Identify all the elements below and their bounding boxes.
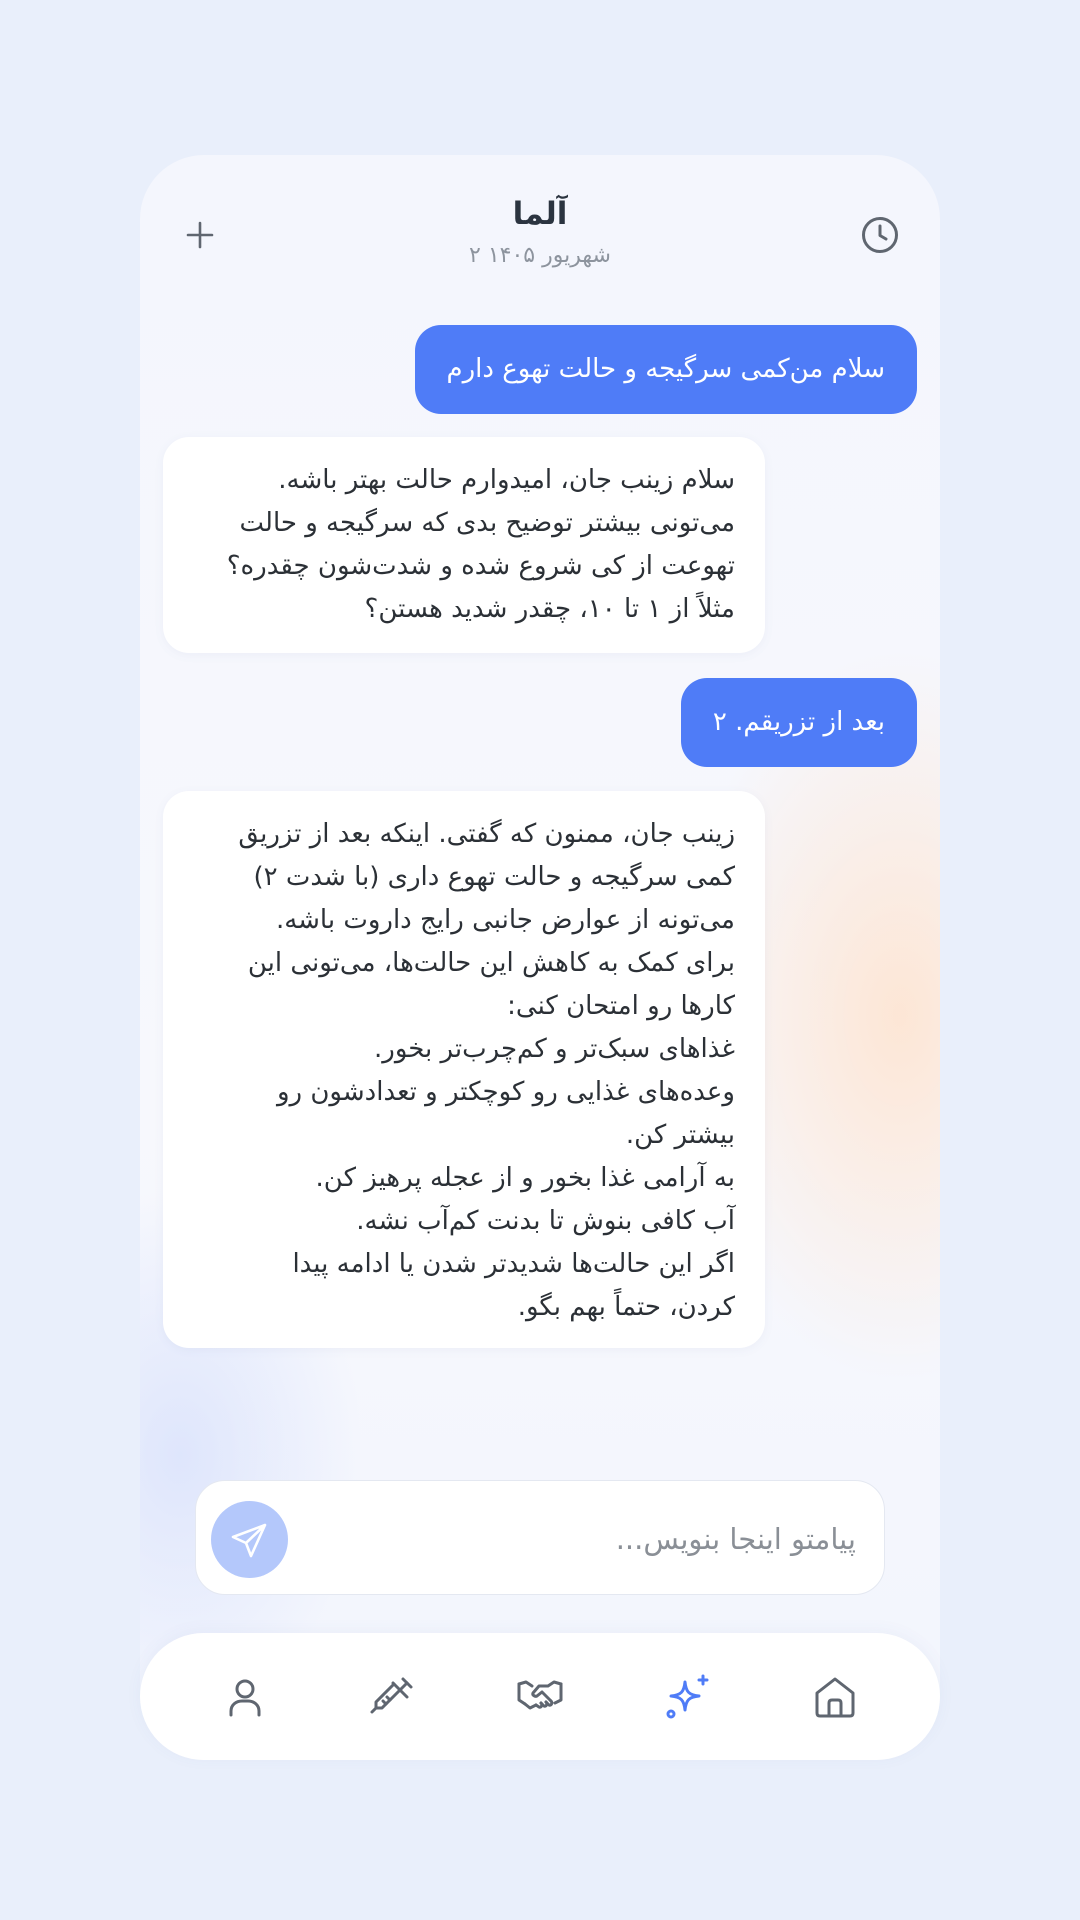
send-icon	[231, 1523, 266, 1557]
chat-header: آلما ۲ شهریور ۱۴۰۵	[140, 155, 940, 305]
header-title-group: آلما ۲ شهریور ۱۴۰۵	[340, 193, 740, 273]
nav-item-profile[interactable]	[215, 1667, 275, 1727]
new-chat-button[interactable]	[178, 213, 222, 257]
send-button[interactable]	[211, 1501, 288, 1578]
clock-icon	[862, 217, 898, 253]
assistant-message: زینب جان، ممنون که گفتی. اینکه بعد از تز…	[163, 791, 765, 1348]
syringe-icon	[370, 1677, 413, 1714]
handshake-icon	[517, 1680, 563, 1710]
message-input[interactable]	[296, 1501, 856, 1576]
message-composer	[195, 1480, 885, 1595]
home-icon	[815, 1677, 855, 1718]
nav-item-support[interactable]	[510, 1667, 570, 1727]
nav-item-ai-assistant[interactable]	[658, 1667, 718, 1727]
page-title: آلما	[512, 196, 568, 232]
history-button[interactable]	[858, 213, 902, 257]
user-message: سلام من‌کمی سرگیجه و حالت تهوع دارم	[414, 325, 917, 414]
nav-item-injection[interactable]	[363, 1667, 423, 1727]
app-screen: آلما ۲ شهریور ۱۴۰۵ سلام من‌کمی سرگیجه و …	[140, 155, 940, 1760]
nav-item-home[interactable]	[805, 1667, 865, 1727]
bottom-navigation	[140, 1633, 940, 1760]
plus-icon	[186, 221, 214, 249]
user-icon	[229, 1679, 261, 1717]
assistant-message: سلام زینب جان، امیدوارم حالت بهتر باشه. …	[163, 437, 765, 653]
header-date: ۲ شهریور ۱۴۰۵	[469, 243, 611, 268]
user-message: بعد از تزریقم. ۲	[680, 678, 917, 767]
sparkles-icon	[666, 1674, 709, 1719]
